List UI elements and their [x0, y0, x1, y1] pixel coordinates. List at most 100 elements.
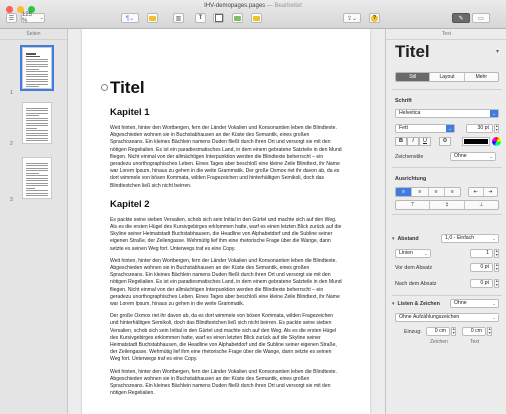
zoom-menu[interactable]: 125 % ⌄ — [21, 12, 45, 24]
paragraph[interactable]: Der große Oxmox riet ihr davon ab, da es… — [110, 313, 342, 363]
share-icon: ⇪⌄ — [346, 15, 358, 22]
text-options-button[interactable]: ⚙ — [439, 137, 451, 146]
page-thumbnail-2[interactable] — [22, 102, 52, 144]
indent-bullet-caption: Zeichen — [430, 339, 448, 345]
paintbrush-icon: ✎ — [458, 15, 464, 22]
align-right-button[interactable]: ≡ — [429, 188, 445, 196]
space-after-stepper[interactable]: ▲ ▼ — [494, 279, 499, 288]
font-section-label: Schrift — [395, 98, 412, 104]
comment-button[interactable] — [251, 13, 262, 23]
space-before-field[interactable]: 0 pt — [470, 263, 493, 272]
tips-button[interactable]: ? — [369, 13, 380, 23]
font-family-select[interactable]: Helvetica ⌄ — [395, 109, 499, 118]
valign-top-button[interactable]: ⊤ — [396, 201, 431, 209]
pages-window: IHV-demopages.pages — Bearbeitet ☰ 125 %… — [0, 0, 506, 414]
disclosure-triangle-icon: ▼ — [391, 236, 396, 241]
bullets-select[interactable]: Ohne Aufzählungszeichen ⌄ — [395, 313, 499, 322]
format-inspector: Text Titel ▾ Stil Layout Mehr Schrift He… — [385, 29, 506, 414]
divider — [392, 167, 502, 168]
indent-button[interactable]: ⇥ — [484, 188, 498, 196]
text-insertion-handle[interactable] — [101, 84, 108, 91]
document-title-text: Titel — [110, 78, 145, 97]
text-button[interactable]: T — [195, 13, 206, 23]
paragraph[interactable]: Weit hinten, hinter den Wortbergen, fern… — [110, 369, 342, 398]
color-picker-icon[interactable] — [492, 137, 501, 146]
chevron-down-icon: ⌄ — [490, 235, 498, 242]
indent-label: Einzug: — [404, 329, 422, 335]
pilcrow-icon: ¶⌄ — [125, 15, 135, 22]
page-thumbnail-1[interactable] — [20, 45, 54, 91]
align-center-button[interactable]: ≡ — [412, 188, 429, 196]
bold-button[interactable]: B — [395, 137, 407, 146]
page-thumbnail-3[interactable] — [22, 157, 52, 199]
vertical-align-buttons: ⊤ ‡ ⊥ — [395, 200, 499, 210]
spacing-select[interactable]: 1,0 - Einfach ⌄ — [441, 234, 499, 243]
bullet-indent-stepper[interactable]: ▲ ▼ — [451, 327, 456, 336]
share-button[interactable]: ⇪⌄ — [343, 13, 361, 23]
lists-select[interactable]: Ohne ⌄ — [450, 299, 499, 308]
spacing-value: 1,0 - Einfach — [445, 235, 475, 241]
document-title[interactable]: Titel — [101, 78, 342, 98]
font-size-field[interactable]: 30 pt — [466, 124, 493, 133]
inspector-tabs: Stil Layout Mehr — [395, 72, 499, 82]
font-size-stepper[interactable]: ▲ ▼ — [494, 124, 499, 133]
media-icon — [234, 15, 241, 21]
indent-text-caption: Text — [470, 339, 480, 345]
heading-kapitel-2[interactable]: Kapitel 2 — [110, 199, 342, 210]
chevron-down-icon: ⌄ — [490, 300, 498, 307]
view-button[interactable]: ☰ — [6, 13, 17, 23]
paragraph[interactable]: Weit hinten, hinter den Wortbergen, fern… — [110, 258, 342, 308]
doc-name: IHV-demopages.pages — [204, 3, 266, 9]
spacing-section[interactable]: ▼ Abstand — [391, 236, 419, 242]
help-icon: ? — [371, 14, 378, 22]
format-button[interactable]: ✎ — [452, 13, 470, 23]
text-color-well[interactable] — [462, 137, 490, 146]
paragraph[interactable]: Es packte seine sieben Versalien, schob … — [110, 217, 342, 253]
tab-mehr[interactable]: Mehr — [465, 73, 498, 81]
valign-middle-button[interactable]: ‡ — [430, 201, 465, 209]
document-body[interactable]: Titel Kapitel 1 Weit hinten, hinter den … — [101, 78, 342, 403]
italic-button[interactable]: I — [407, 137, 419, 146]
inspector-header: Text — [386, 29, 506, 40]
tab-layout[interactable]: Layout — [430, 73, 465, 81]
line-spacing-mode-select[interactable]: Linien ⌄ — [395, 249, 431, 258]
underline-button[interactable]: U — [419, 137, 431, 146]
shape-button[interactable] — [213, 13, 224, 23]
outdent-button[interactable]: ⇤ — [469, 188, 484, 196]
valign-bottom-button[interactable]: ⊥ — [465, 201, 498, 209]
line-spacing-stepper[interactable]: ▲ ▼ — [494, 249, 499, 258]
tab-stil[interactable]: Stil — [396, 73, 431, 81]
comment-icon — [253, 15, 260, 21]
sidebar-header: Seiten — [0, 29, 67, 40]
media-button[interactable] — [232, 13, 243, 23]
lists-label: Listen & Zeichen — [397, 301, 440, 307]
shape-icon — [214, 14, 223, 22]
chart-button[interactable]: ▥ — [173, 13, 184, 23]
paragraph-style-name[interactable]: Titel — [395, 42, 430, 62]
divider — [392, 295, 502, 296]
text-box-icon: T — [198, 15, 203, 21]
chevron-down-icon: ⌄ — [422, 250, 430, 257]
document-button[interactable]: ▭ — [472, 13, 490, 23]
chevron-down-icon: ⌄ — [39, 15, 44, 21]
line-spacing-field[interactable]: 1 — [470, 249, 493, 258]
space-after-field[interactable]: 0 pt — [470, 279, 493, 288]
bullet-indent-field[interactable]: 0 cm — [426, 327, 450, 336]
heading-kapitel-1[interactable]: Kapitel 1 — [110, 107, 342, 118]
chevron-down-icon[interactable]: ▾ — [496, 48, 499, 55]
bullets-value: Ohne Aufzählungszeichen — [399, 314, 460, 320]
align-justify-button[interactable]: ≡ — [445, 188, 460, 196]
space-after-label: Nach dem Absatz — [395, 281, 437, 287]
align-left-button[interactable]: ≡ — [396, 188, 413, 196]
text-indent-stepper[interactable]: ▲ ▼ — [487, 327, 492, 336]
thumbnail-number: 2 — [10, 141, 13, 147]
char-styles-select[interactable]: Ohne ⌄ — [450, 152, 496, 161]
font-style-select[interactable]: Fett ⌄ — [395, 124, 455, 133]
document-page[interactable]: Titel Kapitel 1 Weit hinten, hinter den … — [82, 29, 370, 414]
table-button[interactable] — [147, 13, 158, 23]
paragraph[interactable]: Weit hinten, hinter den Wortbergen, fern… — [110, 125, 342, 190]
insert-button[interactable]: ¶⌄ — [121, 13, 139, 23]
space-before-stepper[interactable]: ▲ ▼ — [494, 263, 499, 272]
lists-section[interactable]: ▼ Listen & Zeichen — [391, 301, 440, 307]
text-indent-field[interactable]: 0 cm — [462, 327, 486, 336]
